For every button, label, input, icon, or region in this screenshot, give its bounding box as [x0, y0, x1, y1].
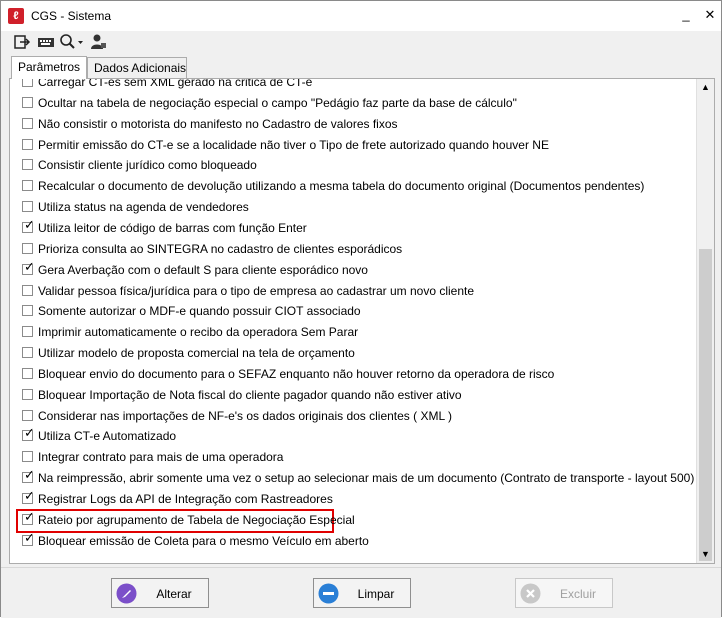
option-label: Utiliza CT-e Automatizado [38, 429, 177, 444]
option-label: Utiliza status na agenda de vendedores [38, 200, 249, 215]
check-icon: ✓ [24, 259, 35, 275]
option-label: Somente autorizar o MDF-e quando possuir… [38, 304, 361, 319]
check-icon: ✓ [24, 509, 35, 525]
option-checkbox[interactable] [22, 388, 33, 400]
parameters-panel: Carregar CT-es sem XML gerado na critica… [9, 78, 715, 564]
option-label: Bloquear envio do documento para o SEFAZ… [38, 366, 555, 381]
scrollbar-thumb[interactable] [699, 249, 712, 561]
limpar-button[interactable]: Limpar [313, 578, 411, 608]
scroll-up-icon[interactable]: ▲ [697, 79, 714, 96]
user-icon[interactable] [89, 33, 107, 51]
option-checkbox[interactable]: ✓ [22, 426, 35, 442]
option-checkbox[interactable] [22, 367, 33, 379]
option-checkbox[interactable] [22, 284, 33, 296]
option-label: Integrar contrato para mais de uma opera… [38, 450, 284, 465]
alterar-button[interactable]: Alterar [111, 578, 209, 608]
vertical-scrollbar[interactable]: ▲ ▼ [696, 79, 714, 563]
option-label: Ocultar na tabela de negociação especial… [38, 95, 517, 110]
minus-icon [318, 583, 339, 604]
tab-parametros[interactable]: Parâmetros [11, 56, 87, 79]
option-label: Considerar nas importações de NF-e's os … [38, 408, 453, 423]
option-label: Utilizar modelo de proposta comercial na… [38, 346, 355, 361]
app-logo-icon: ℓ [8, 8, 24, 24]
alterar-label: Alterar [156, 587, 192, 601]
option-label: Permitir emissão do CT-e se a localidade… [38, 137, 549, 152]
option-checkbox[interactable]: ✓ [22, 530, 35, 546]
option-label: Bloquear Importação de Nota fiscal do cl… [38, 387, 462, 402]
option-checkbox[interactable] [22, 451, 33, 463]
option-label: Bloquear emissão de Coleta para o mesmo … [38, 533, 369, 548]
option-checkbox[interactable] [22, 180, 33, 192]
option-checkbox[interactable]: ✓ [22, 468, 35, 484]
close-button[interactable]: ✕ [699, 5, 721, 25]
edit-icon [116, 583, 137, 604]
option-checkbox[interactable] [22, 326, 33, 338]
check-icon: ✓ [24, 489, 35, 504]
option-checkbox[interactable] [22, 138, 33, 150]
option-label: Na reimpressão, abrir somente uma vez o … [38, 471, 695, 486]
option-label: Carregar CT-es sem XML gerado na critica… [38, 79, 313, 89]
check-icon: ✓ [24, 530, 35, 546]
exit-icon[interactable] [13, 33, 31, 51]
option-checkbox[interactable]: ✓ [22, 259, 35, 275]
option-checkbox[interactable] [22, 409, 33, 421]
option-label: Consistir cliente jurídico como bloquead… [38, 158, 257, 173]
keyboard-icon[interactable] [37, 33, 55, 51]
excluir-label: Excluir [559, 587, 596, 601]
option-checkbox[interactable]: ✓ [22, 489, 35, 504]
check-icon: ✓ [24, 426, 35, 442]
parameters-list: Carregar CT-es sem XML gerado na critica… [10, 79, 696, 563]
window-title: CGS - Sistema [31, 9, 112, 23]
option-checkbox[interactable] [22, 159, 33, 171]
tab-dados-adicionais[interactable]: Dados Adicionais [87, 57, 187, 78]
check-icon: ✓ [24, 468, 35, 484]
option-checkbox[interactable] [22, 347, 33, 359]
check-icon: ✓ [24, 217, 35, 233]
delete-icon [520, 583, 541, 604]
option-checkbox[interactable] [22, 117, 33, 129]
option-checkbox[interactable]: ✓ [22, 217, 35, 233]
option-checkbox[interactable]: ✓ [22, 509, 35, 525]
toolbar [1, 31, 721, 53]
option-label: Gera Averbação com o default S para clie… [38, 262, 368, 277]
option-label: Não consistir o motorista do manifesto n… [38, 116, 398, 131]
option-label: Utiliza leitor de código de barras com f… [38, 220, 307, 235]
option-checkbox[interactable] [22, 79, 33, 87]
option-checkbox[interactable] [22, 242, 33, 254]
option-label: Validar pessoa física/jurídica para o ti… [38, 283, 475, 298]
scroll-down-icon[interactable]: ▼ [697, 546, 714, 563]
option-label: Registrar Logs da API de Integração com … [38, 492, 333, 506]
option-label: Rateio por agrupamento de Tabela de Nego… [38, 512, 355, 527]
footer-bar: Alterar Limpar Excluir [1, 567, 721, 618]
limpar-label: Limpar [357, 587, 395, 601]
title-bar: ℓ CGS - Sistema _ ✕ [1, 1, 721, 31]
cgs-window: ℓ CGS - Sistema _ ✕ Parâmetros Dados Adi… [0, 0, 722, 618]
option-label: Prioriza consulta ao SINTEGRA no cadastr… [38, 241, 403, 256]
minimize-button[interactable]: _ [675, 5, 697, 25]
option-checkbox[interactable] [22, 201, 33, 213]
option-checkbox[interactable] [22, 96, 33, 108]
option-label: Recalcular o documento de devolução util… [38, 179, 645, 194]
option-checkbox[interactable] [22, 305, 33, 317]
option-label: Imprimir automaticamente o recibo da ope… [38, 325, 359, 340]
search-icon[interactable] [59, 33, 85, 51]
excluir-button[interactable]: Excluir [515, 578, 613, 608]
